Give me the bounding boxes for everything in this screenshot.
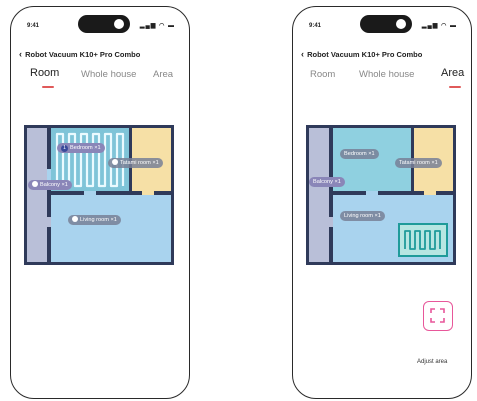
header: ‹ Robot Vacuum K10+ Pro Combo bbox=[19, 49, 140, 59]
check-icon bbox=[112, 159, 118, 165]
tab-area[interactable]: Area bbox=[441, 67, 464, 79]
label-tatami[interactable]: Tatami room ×1 bbox=[108, 158, 163, 168]
check-icon bbox=[32, 181, 38, 187]
check-icon bbox=[72, 216, 78, 222]
header: ‹ Robot Vacuum K10+ Pro Combo bbox=[301, 49, 422, 59]
dynamic-island bbox=[78, 15, 130, 33]
signal-icon: ▂▄▆ bbox=[421, 23, 439, 29]
tab-room[interactable]: Room bbox=[30, 67, 59, 79]
status-icons: ▂▄▆ ◠ ▬ bbox=[140, 22, 175, 29]
battery-icon: ▬ bbox=[450, 23, 457, 29]
status-time: 9:41 bbox=[309, 23, 322, 29]
dynamic-island bbox=[360, 15, 412, 33]
floor-plan-map[interactable]: 1 Bedroom ×1 Tatami room ×1 Balcony ×1 Li… bbox=[24, 125, 174, 265]
wifi-icon: ◠ bbox=[441, 23, 448, 29]
label-balcony-text: Balcony ×1 bbox=[40, 182, 68, 188]
page-title: Robot Vacuum K10+ Pro Combo bbox=[307, 50, 423, 59]
phone-area-mode: 9:41 ▂▄▆ ◠ ▬ ‹ Robot Vacuum K10+ Pro Com… bbox=[292, 6, 472, 399]
label-balcony[interactable]: Balcony ×1 bbox=[309, 177, 345, 187]
door-tatami-living bbox=[142, 191, 154, 195]
status-icons: ▂▄▆ ◠ ▬ bbox=[422, 22, 457, 29]
camera-dot bbox=[396, 19, 406, 29]
status-time: 9:41 bbox=[27, 23, 40, 29]
label-living-text: Living room ×1 bbox=[344, 213, 381, 219]
tab-whole-house[interactable]: Whole house bbox=[81, 69, 136, 80]
adjust-area-icon bbox=[430, 308, 445, 323]
room-number-badge: 1 bbox=[61, 145, 68, 152]
label-bedroom-text: Bedroom ×1 bbox=[70, 145, 101, 151]
label-bedroom-text: Bedroom ×1 bbox=[344, 151, 375, 157]
signal-icon: ▂▄▆ bbox=[139, 23, 157, 29]
label-tatami-text: Tatami room ×1 bbox=[399, 160, 438, 166]
tab-underline bbox=[449, 86, 461, 88]
tab-whole-house[interactable]: Whole house bbox=[359, 69, 414, 80]
label-balcony-text: Balcony ×1 bbox=[313, 179, 341, 185]
room-living[interactable] bbox=[51, 195, 171, 262]
selected-area-box[interactable] bbox=[398, 223, 448, 257]
door-tatami-living bbox=[424, 191, 436, 195]
tab-area[interactable]: Area bbox=[153, 69, 173, 80]
door-corridor-living bbox=[329, 217, 333, 227]
adjust-area-label: Adjust area bbox=[417, 359, 448, 365]
page-title: Robot Vacuum K10+ Pro Combo bbox=[25, 50, 141, 59]
label-balcony[interactable]: Balcony ×1 bbox=[28, 180, 72, 190]
label-tatami-text: Tatami room ×1 bbox=[120, 160, 159, 166]
label-bedroom[interactable]: Bedroom ×1 bbox=[340, 149, 379, 159]
camera-dot bbox=[114, 19, 124, 29]
label-living[interactable]: Living room ×1 bbox=[340, 211, 385, 221]
door-corridor-living bbox=[47, 217, 51, 227]
phone-room-mode: 9:41 ▂▄▆ ◠ ▬ ‹ Robot Vacuum K10+ Pro Com… bbox=[10, 6, 190, 399]
floor-plan-map[interactable]: Bedroom ×1 Tatami room ×1 Balcony ×1 Liv… bbox=[306, 125, 456, 265]
battery-icon: ▬ bbox=[168, 23, 175, 29]
label-living-text: Living room ×1 bbox=[80, 217, 117, 223]
door-bedroom-living bbox=[84, 191, 96, 195]
door-bedroom-living bbox=[366, 191, 378, 195]
label-tatami[interactable]: Tatami room ×1 bbox=[395, 158, 442, 168]
back-chevron-icon[interactable]: ‹ bbox=[19, 49, 22, 59]
label-living[interactable]: Living room ×1 bbox=[68, 215, 121, 225]
label-bedroom[interactable]: 1 Bedroom ×1 bbox=[57, 143, 105, 153]
tab-underline bbox=[42, 86, 54, 88]
tab-room[interactable]: Room bbox=[310, 69, 335, 80]
room-corridor[interactable] bbox=[27, 128, 47, 262]
wifi-icon: ◠ bbox=[159, 23, 166, 29]
room-corridor[interactable] bbox=[309, 128, 329, 262]
back-chevron-icon[interactable]: ‹ bbox=[301, 49, 304, 59]
adjust-area-button[interactable] bbox=[423, 301, 453, 331]
area-cleaning-path bbox=[404, 230, 441, 250]
